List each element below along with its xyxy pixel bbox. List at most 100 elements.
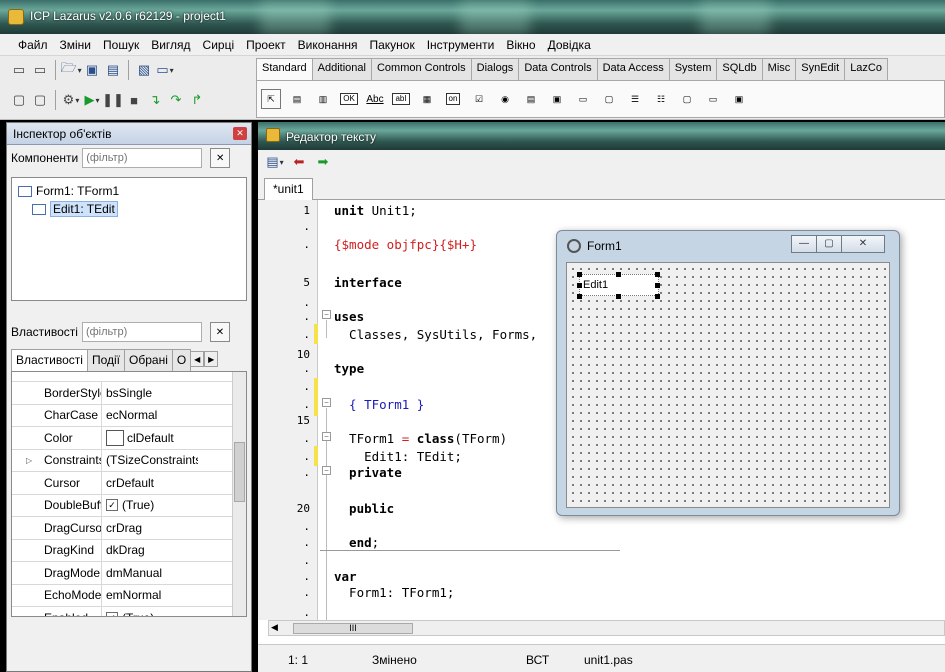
form-designer-window[interactable]: Form1 — ▢ ✕ Edit1 (556, 230, 900, 516)
fold-toggle[interactable]: − (322, 466, 331, 475)
palette-tab[interactable]: SQLdb (716, 58, 763, 80)
togglebox-component-icon[interactable]: on (443, 89, 463, 109)
edit-component-icon[interactable]: abI (391, 89, 411, 109)
tree-node[interactable]: Form1: TForm1 (12, 182, 246, 200)
close-icon[interactable]: ✕ (233, 127, 247, 140)
selection-handle[interactable] (655, 294, 660, 299)
toggle-form-unit-icon[interactable]: ▧ (135, 61, 153, 79)
tab-scroll-left-icon[interactable]: ◀ (190, 351, 205, 367)
palette-tab[interactable]: Misc (761, 58, 797, 80)
scrollbar-thumb[interactable]: III (293, 623, 413, 634)
menu-item[interactable]: Пакунок (363, 38, 420, 52)
tree-node[interactable]: Edit1: TEdit (12, 200, 246, 218)
inspector-tab[interactable]: Властивості (11, 349, 88, 371)
properties-filter-input[interactable] (81, 322, 202, 342)
property-value[interactable]: dkDrag (102, 543, 198, 557)
view-units-icon[interactable]: ▢ (10, 91, 28, 109)
save-all-icon[interactable]: ▤ (104, 61, 122, 79)
menu-item[interactable]: Довідка (542, 38, 597, 52)
property-row[interactable]: Color clDefault (12, 427, 246, 450)
radiogroup-component-icon[interactable]: ☰ (625, 89, 645, 109)
selection-handle[interactable] (616, 272, 621, 277)
stop-icon[interactable]: ■ (125, 91, 143, 109)
button-component-icon[interactable]: OK (339, 89, 359, 109)
selection-handle[interactable] (577, 283, 582, 288)
palette-tab[interactable]: Data Controls (518, 58, 598, 80)
property-row[interactable]: DragKind dkDrag (12, 539, 246, 562)
frame-component-icon[interactable]: ▭ (703, 89, 723, 109)
palette-tab[interactable]: Dialogs (470, 58, 520, 80)
pause-icon[interactable]: ❚❚ (102, 91, 124, 109)
view-forms-list-icon[interactable]: ▢ (31, 91, 49, 109)
popup-menu-icon[interactable]: ▥ (313, 89, 333, 109)
forward-arrow-icon[interactable]: ➡ (314, 153, 332, 171)
close-button[interactable]: ✕ (841, 235, 885, 253)
property-value[interactable]: clDefault (102, 429, 198, 446)
selection-handle[interactable] (577, 272, 582, 277)
edit1-control[interactable]: Edit1 (579, 274, 659, 296)
checkbox-icon[interactable]: ✓ (106, 611, 118, 616)
run-icon[interactable]: ▶ ▾ (83, 91, 101, 109)
open-icon[interactable]: 🗁 ▾ (60, 60, 81, 79)
inspector-tab[interactable]: О (171, 349, 192, 371)
scroll-left-icon[interactable]: ◀ (271, 622, 278, 633)
palette-tab[interactable]: Common Controls (370, 58, 472, 80)
new-form-icon[interactable]: ▭ (31, 61, 49, 79)
actionlist-component-icon[interactable]: ▣ (729, 89, 749, 109)
view-forms-icon[interactable]: ▭ ▾ (156, 61, 174, 79)
save-icon[interactable]: ▣ (83, 61, 101, 79)
clear-filter-icon[interactable]: ✕ (210, 148, 231, 168)
scrollbar-component-icon[interactable]: ▭ (573, 89, 593, 109)
property-value[interactable]: ecNormal (102, 408, 198, 422)
fold-toggle[interactable]: − (322, 398, 331, 407)
inspector-tab[interactable]: Події (86, 349, 126, 371)
property-value[interactable]: dmManual (102, 566, 198, 580)
menu-item[interactable]: Зміни (54, 38, 98, 52)
property-row[interactable]: ▷ Constraints (TSizeConstraints) (12, 449, 246, 472)
property-row[interactable]: DragMode dmManual (12, 562, 246, 585)
menu-item[interactable]: Сирці (197, 38, 241, 52)
horizontal-scrollbar[interactable]: ◀ III (268, 620, 945, 636)
property-row[interactable]: DoubleBuffered ✓ (True) (12, 494, 246, 517)
property-row[interactable]: DragCursor crDrag (12, 517, 246, 540)
tab-scroll-right-icon[interactable]: ▶ (204, 351, 219, 367)
property-row[interactable]: BorderStyle bsSingle (12, 382, 246, 405)
memo-component-icon[interactable]: ▦ (417, 89, 437, 109)
property-row[interactable]: CharCase ecNormal (12, 404, 246, 427)
property-value[interactable]: emNormal (102, 588, 198, 602)
property-value[interactable]: ✓ (True) (102, 611, 198, 616)
form-client-area[interactable]: Edit1 (566, 262, 890, 508)
minimize-button[interactable]: — (791, 235, 817, 253)
new-unit-icon[interactable]: ▭ (10, 61, 28, 79)
property-value[interactable]: crDrag (102, 521, 198, 535)
build-mode-icon[interactable]: ⚙ ▾ (62, 91, 80, 109)
back-arrow-icon[interactable]: ⬅ (290, 153, 308, 171)
palette-tab[interactable]: Additional (311, 58, 372, 80)
property-value[interactable]: bsSingle (102, 386, 198, 400)
scrollbar-thumb[interactable] (234, 442, 245, 502)
step-out-icon[interactable]: ↱ (188, 91, 206, 109)
fold-toggle[interactable]: − (322, 310, 331, 319)
property-value[interactable]: (TSizeConstraints) (102, 453, 198, 467)
selection-handle[interactable] (577, 294, 582, 299)
menu-item[interactable]: Пошук (97, 38, 145, 52)
palette-tab[interactable]: Standard (256, 58, 313, 82)
combobox-component-icon[interactable]: ▣ (547, 89, 567, 109)
property-row[interactable]: Enabled ✓ (True) (12, 607, 246, 616)
property-value[interactable]: crDefault (102, 476, 198, 490)
palette-tab[interactable]: SynEdit (795, 58, 846, 80)
menu-item[interactable]: Файл (18, 38, 54, 52)
menu-item[interactable]: Виконання (292, 38, 364, 52)
step-over-icon[interactable]: ↷ (167, 91, 185, 109)
selection-handle[interactable] (616, 294, 621, 299)
tab-unit1[interactable]: *unit1 (264, 178, 313, 201)
menu-item[interactable]: Вікно (500, 38, 541, 52)
menu-item[interactable]: Вигляд (145, 38, 196, 52)
fold-toggle[interactable]: − (322, 432, 331, 441)
expand-icon[interactable]: ▷ (26, 456, 32, 465)
selection-handle[interactable] (655, 283, 660, 288)
palette-tab[interactable]: System (668, 58, 718, 80)
panel-component-icon[interactable]: ▢ (677, 89, 697, 109)
pointer-tool-icon[interactable]: ⇱ (261, 89, 281, 109)
property-value[interactable]: ✓ (True) (102, 498, 198, 512)
